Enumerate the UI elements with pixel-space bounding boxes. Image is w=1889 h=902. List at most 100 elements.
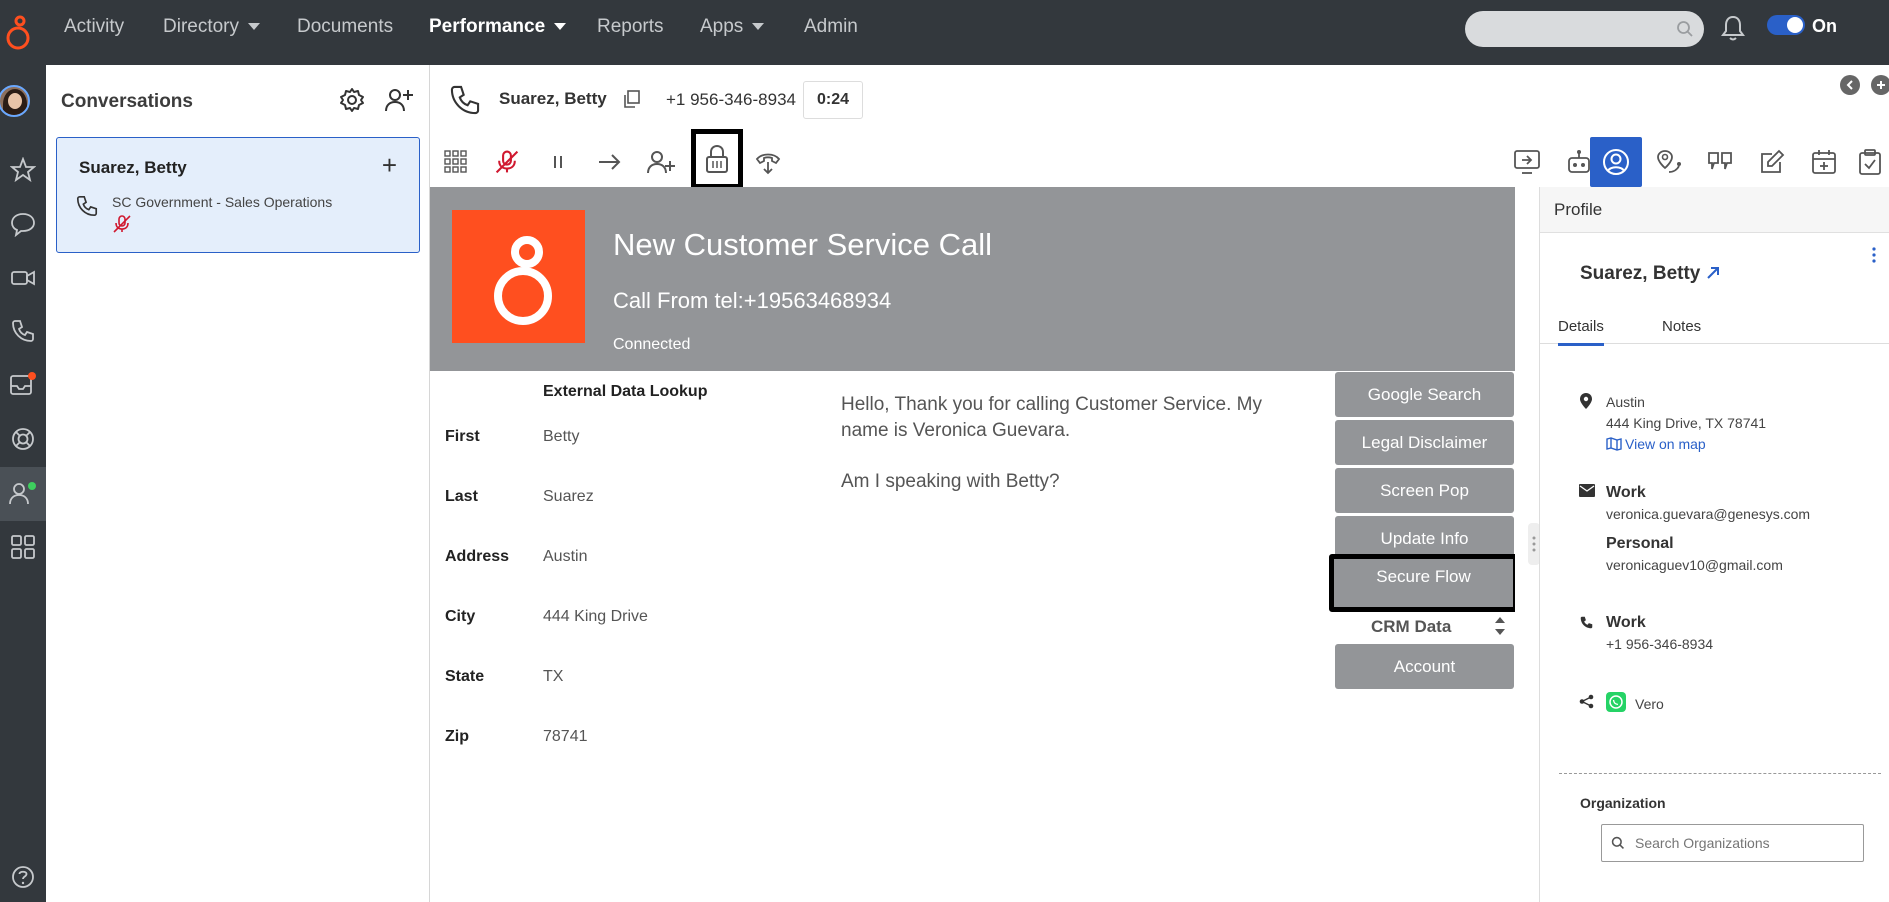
add-participant-icon[interactable]	[385, 87, 413, 113]
mute-button[interactable]	[485, 137, 529, 187]
crm-data-label: CRM Data	[1371, 617, 1452, 636]
script-banner: New Customer Service Call Call From tel:…	[430, 187, 1515, 371]
field-value-first: Betty	[543, 428, 580, 445]
top-navigation-bar: Activity Directory Documents Performance…	[0, 0, 1889, 88]
help-question-icon[interactable]	[0, 854, 46, 900]
phone-work-value: +1 956-346-8934	[1606, 636, 1714, 652]
user-avatar[interactable]	[0, 85, 30, 117]
pause-icon	[554, 156, 562, 168]
screen-share-button[interactable]	[1501, 137, 1553, 187]
user-circle-icon	[1603, 149, 1629, 175]
phone-icon	[75, 194, 99, 218]
phone-icon[interactable]	[0, 308, 46, 354]
screen-pop-button[interactable]: Screen Pop	[1335, 468, 1514, 513]
lock-icon	[706, 144, 728, 173]
hang-up-icon	[755, 153, 781, 175]
disconnect-button[interactable]	[746, 137, 790, 187]
secure-flow-button[interactable]: Secure Flow	[1329, 554, 1515, 612]
on-queue-toggle[interactable]	[1767, 15, 1805, 35]
journey-map-icon	[1657, 150, 1681, 173]
banner-caller: Call From tel:+19563468934	[613, 288, 892, 313]
agent-status-icon[interactable]	[0, 467, 46, 521]
nav-activity[interactable]: Activity	[64, 0, 124, 54]
legal-disclaimer-button[interactable]: Legal Disclaimer	[1335, 420, 1514, 465]
external-link-arrow-icon[interactable]	[1705, 265, 1721, 281]
schedule-callback-button[interactable]	[1798, 137, 1850, 187]
nav-performance[interactable]: Performance	[429, 0, 567, 54]
share-icon	[1579, 694, 1594, 709]
conversation-contact-name: Suarez, Betty	[79, 158, 187, 177]
view-on-map-label: View on map	[1625, 436, 1706, 452]
profile-header: Profile	[1540, 187, 1889, 233]
genesys-logo-icon[interactable]	[4, 12, 32, 52]
calendar-add-icon	[1812, 150, 1836, 174]
scripts-button[interactable]	[1694, 137, 1746, 187]
inbox-icon[interactable]	[0, 362, 46, 408]
arrow-right-icon	[599, 154, 621, 170]
external-data-lookup-title: External Data Lookup	[543, 383, 708, 400]
script-panel: New Customer Service Call Call From tel:…	[430, 187, 1515, 902]
email-work-label: Work	[1606, 484, 1646, 501]
avatar-face	[8, 93, 22, 109]
greeting-text: Hello, Thank you for calling Customer Se…	[841, 394, 1262, 441]
global-search-input[interactable]	[1465, 11, 1704, 47]
search-icon	[1611, 836, 1625, 850]
copy-icon[interactable]	[622, 89, 642, 109]
clipboard-button[interactable]	[1850, 137, 1889, 187]
hold-button[interactable]	[536, 137, 580, 187]
chevron-left-icon[interactable]	[1840, 75, 1860, 95]
nav-directory[interactable]: Directory	[163, 0, 261, 54]
field-value-city: 444 King Drive	[543, 608, 648, 625]
profile-tabs: Details Notes	[1540, 313, 1889, 346]
help-lifebuoy-icon[interactable]	[0, 416, 46, 462]
call-header: Suarez, Betty +1 956-346-8934 0:24	[430, 65, 1889, 137]
search-organizations-input[interactable]	[1601, 824, 1864, 862]
favorites-star-icon[interactable]	[0, 147, 46, 193]
field-label-city: City	[445, 608, 476, 625]
add-circle-icon[interactable]	[1871, 75, 1889, 95]
tab-details[interactable]: Details	[1558, 318, 1604, 346]
banner-title: New Customer Service Call	[613, 227, 992, 262]
notifications-bell-icon[interactable]	[1720, 14, 1746, 42]
nav-apps[interactable]: Apps	[700, 0, 765, 54]
on-queue-label: On Queue	[1812, 16, 1868, 88]
consult-add-participant-button[interactable]	[639, 137, 683, 187]
conversation-queue-name: SC Government - Sales Operations	[112, 194, 333, 210]
field-value-state: TX	[543, 668, 564, 685]
field-value-last: Suarez	[543, 488, 594, 505]
profile-panel-button[interactable]	[1590, 137, 1642, 187]
view-on-map-link[interactable]: View on map	[1606, 436, 1706, 452]
tab-notes[interactable]: Notes	[1662, 318, 1701, 335]
email-personal-value: veronicaguev10@gmail.com	[1606, 557, 1783, 573]
location-pin-icon	[1579, 392, 1593, 410]
phone-work-label: Work	[1606, 614, 1646, 631]
dialpad-button[interactable]	[434, 137, 478, 187]
crm-spinner-arrows-icon[interactable]	[1493, 613, 1507, 639]
more-options-kebab-icon[interactable]	[1871, 247, 1877, 263]
organization-label: Organization	[1580, 795, 1666, 811]
conversation-card[interactable]: Suarez, Betty + SC Government - Sales Op…	[56, 137, 420, 253]
gear-icon[interactable]	[339, 87, 365, 113]
add-to-conversation-plus-icon[interactable]: +	[382, 152, 397, 178]
robot-icon	[1568, 150, 1590, 173]
add-participant-icon	[647, 151, 675, 174]
secure-pause-button[interactable]	[691, 129, 743, 189]
apps-grid-icon[interactable]	[0, 524, 46, 570]
google-search-button[interactable]: Google Search	[1335, 372, 1514, 417]
chat-icon[interactable]	[0, 201, 46, 247]
call-contact-name: Suarez, Betty	[499, 89, 607, 108]
transfer-button[interactable]	[588, 137, 632, 187]
profile-contact-name: Suarez, Betty	[1580, 263, 1701, 284]
video-icon[interactable]	[0, 255, 46, 301]
left-sidebar-rail	[0, 65, 46, 902]
account-button[interactable]: Account	[1335, 644, 1514, 689]
nav-reports[interactable]: Reports	[597, 0, 664, 54]
call-controls-toolbar	[430, 129, 1889, 189]
field-label-address: Address	[445, 548, 510, 565]
nav-documents[interactable]: Documents	[297, 0, 393, 54]
journey-button[interactable]	[1643, 137, 1695, 187]
whatsapp-icon	[1606, 692, 1626, 712]
section-divider	[1559, 773, 1881, 774]
nav-admin[interactable]: Admin	[804, 0, 858, 54]
wrap-up-notes-button[interactable]	[1746, 137, 1798, 187]
